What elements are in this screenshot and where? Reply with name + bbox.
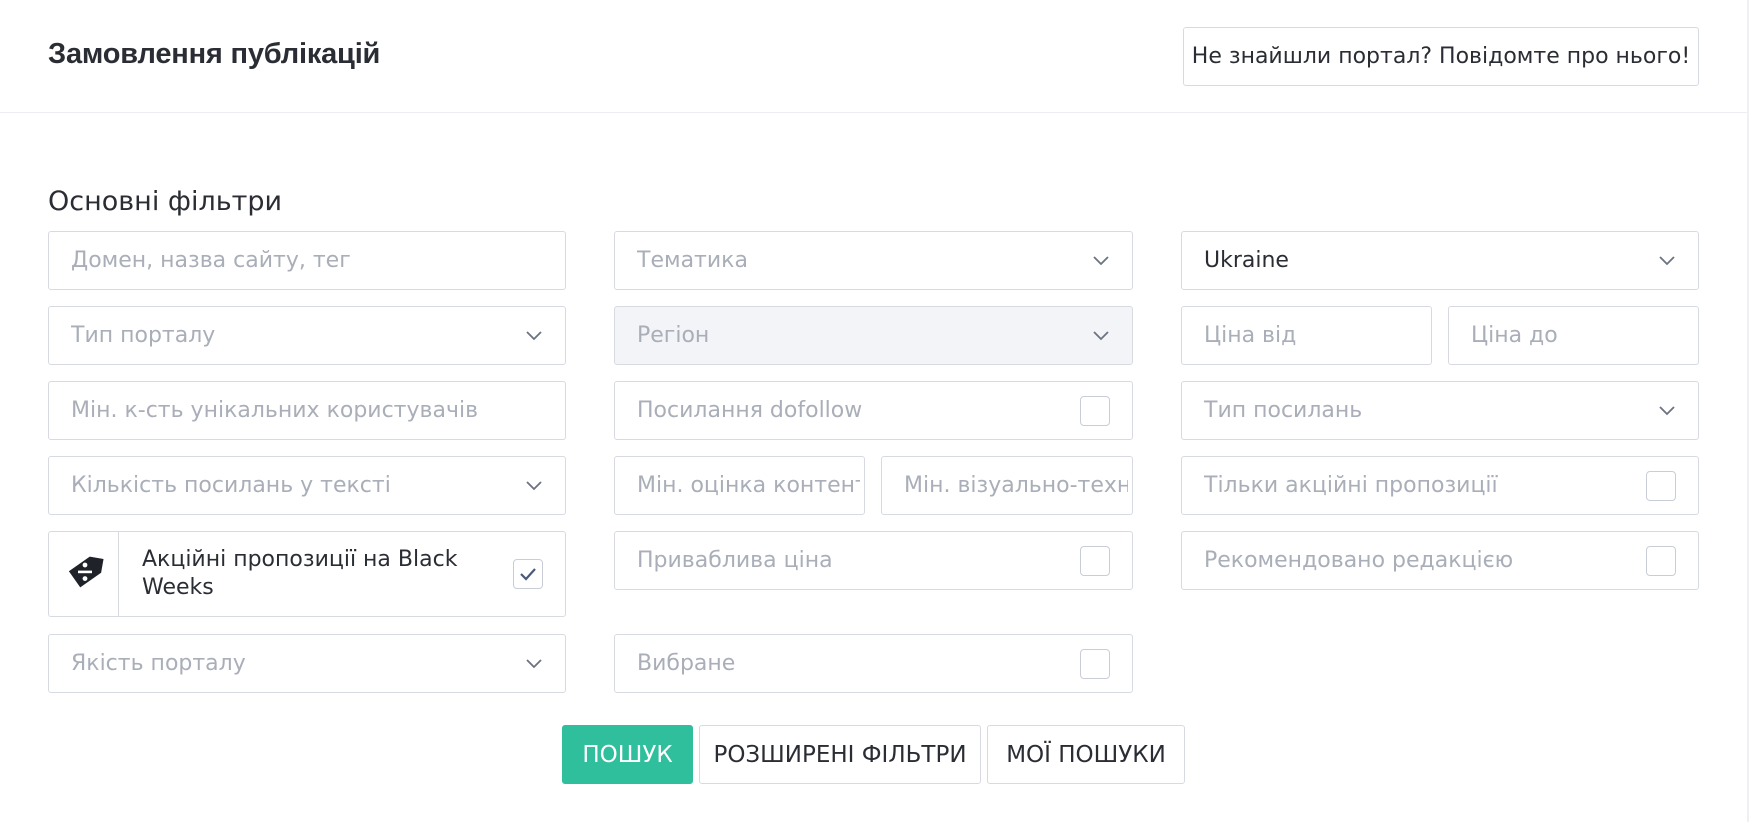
promo-only-checkbox[interactable]	[1646, 470, 1676, 501]
black-weeks-filter[interactable]: Акційні пропозиції на Black Weeks	[118, 531, 566, 617]
advanced-filters-button[interactable]: РОЗШИРЕНІ ФІЛЬТРИ	[699, 725, 981, 784]
min-users-placeholder: Мін. к-сть унікальних користувачів	[71, 398, 479, 423]
report-portal-button[interactable]: Не знайшли портал? Повідомте про нього!	[1183, 27, 1699, 86]
dofollow-filter[interactable]: Посилання dofollow	[614, 381, 1133, 440]
price-from-input[interactable]: Ціна від	[1181, 306, 1432, 365]
portal-quality-placeholder: Якість порталу	[71, 651, 246, 676]
favorites-filter[interactable]: Вибране	[614, 634, 1133, 693]
topic-select-placeholder: Тематика	[637, 248, 748, 273]
promo-only-filter[interactable]: Тільки акційні пропозиції	[1181, 456, 1699, 515]
min-content-score-placeholder: Мін. оцінка контенту	[637, 473, 860, 498]
region-select: Регіон	[614, 306, 1133, 365]
dofollow-checkbox[interactable]	[1080, 395, 1110, 426]
attractive-price-label: Приваблива ціна	[637, 548, 833, 573]
min-visual-score-input[interactable]: Мін. візуально-технічна	[881, 456, 1133, 515]
links-count-placeholder: Кількість посилань у тексті	[71, 473, 391, 498]
domain-search-placeholder: Домен, назва сайту, тег	[71, 248, 351, 273]
attractive-price-checkbox[interactable]	[1080, 545, 1110, 576]
price-to-input[interactable]: Ціна до	[1448, 306, 1699, 365]
link-type-placeholder: Тип посилань	[1204, 398, 1363, 423]
favorites-checkbox[interactable]	[1080, 648, 1110, 679]
portal-type-placeholder: Тип порталу	[71, 323, 216, 348]
my-searches-button[interactable]: МОЇ ПОШУКИ	[987, 725, 1185, 784]
chevron-down-icon	[1658, 251, 1676, 269]
recommended-label: Рекомендовано редакцією	[1204, 548, 1514, 573]
chevron-down-icon	[1658, 401, 1676, 419]
chevron-down-icon	[525, 326, 543, 344]
link-type-select[interactable]: Тип посилань	[1181, 381, 1699, 440]
recommended-checkbox[interactable]	[1646, 545, 1676, 576]
favorites-label: Вибране	[637, 651, 736, 676]
discount-tag-icon	[63, 550, 107, 599]
black-weeks-checkbox[interactable]	[513, 559, 543, 589]
section-title: Основні фільтри	[48, 186, 283, 217]
recommended-filter[interactable]: Рекомендовано редакцією	[1181, 531, 1699, 590]
country-select[interactable]: Ukraine	[1181, 231, 1699, 290]
black-weeks-label: Акційні пропозиції на Black Weeks	[142, 547, 458, 600]
top-bar: Замовлення публікацій Не знайшли портал?…	[0, 0, 1749, 113]
price-to-placeholder: Ціна до	[1471, 323, 1558, 348]
page-title: Замовлення публікацій	[48, 38, 381, 70]
portal-type-select[interactable]: Тип порталу	[48, 306, 566, 365]
black-weeks-icon-box	[48, 531, 120, 617]
dofollow-label: Посилання dofollow	[637, 398, 863, 423]
country-select-value: Ukraine	[1204, 248, 1289, 273]
chevron-down-icon	[525, 476, 543, 494]
min-visual-score-placeholder: Мін. візуально-технічна	[904, 473, 1128, 498]
search-button[interactable]: ПОШУК	[562, 725, 693, 784]
links-count-select[interactable]: Кількість посилань у тексті	[48, 456, 566, 515]
domain-search-input[interactable]: Домен, назва сайту, тег	[48, 231, 566, 290]
topic-select[interactable]: Тематика	[614, 231, 1133, 290]
attractive-price-filter[interactable]: Приваблива ціна	[614, 531, 1133, 590]
min-users-input[interactable]: Мін. к-сть унікальних користувачів	[48, 381, 566, 440]
price-from-placeholder: Ціна від	[1204, 323, 1297, 348]
min-content-score-input[interactable]: Мін. оцінка контенту	[614, 456, 865, 515]
checkmark-icon	[520, 568, 536, 581]
chevron-down-icon	[525, 654, 543, 672]
portal-quality-select[interactable]: Якість порталу	[48, 634, 566, 693]
chevron-down-icon	[1092, 326, 1110, 344]
promo-only-label: Тільки акційні пропозиції	[1204, 473, 1498, 498]
region-select-placeholder: Регіон	[637, 323, 710, 348]
chevron-down-icon	[1092, 251, 1110, 269]
